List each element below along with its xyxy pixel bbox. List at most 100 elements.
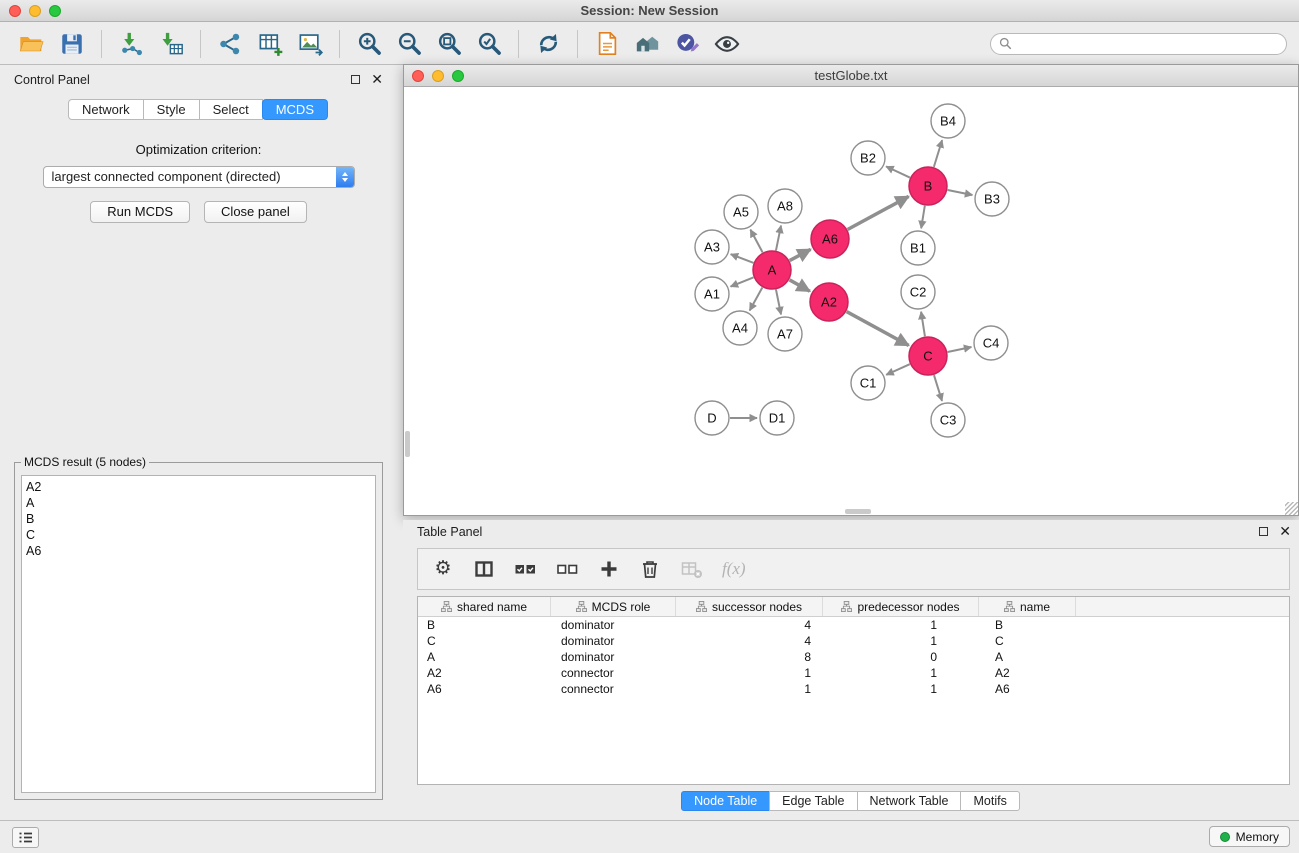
node-A1[interactable]: A1 [695, 277, 729, 311]
tab-mcds[interactable]: MCDS [262, 99, 328, 120]
node-A2[interactable]: A2 [810, 283, 848, 321]
zoom-network-window-button[interactable] [452, 70, 464, 82]
column-header-name[interactable]: name [979, 597, 1076, 616]
close-panel-icon[interactable]: ✕ [371, 74, 383, 85]
tab-motifs[interactable]: Motifs [960, 791, 1019, 811]
node-A8[interactable]: A8 [768, 189, 802, 223]
search-input[interactable] [1017, 37, 1278, 51]
edge-A-A7[interactable] [776, 290, 781, 315]
node-B[interactable]: B [909, 167, 947, 205]
table-row[interactable]: Adominator80A [418, 649, 1289, 665]
node-A3[interactable]: A3 [695, 230, 729, 264]
tab-edge-table[interactable]: Edge Table [769, 791, 857, 811]
table-row[interactable]: A2connector11A2 [418, 665, 1289, 681]
refresh-view-button[interactable] [530, 26, 566, 62]
table-row[interactable]: Bdominator41B [418, 617, 1289, 633]
unselect-all-columns-button[interactable] [556, 557, 579, 581]
delete-table-button[interactable] [680, 557, 703, 581]
run-mcds-button[interactable]: Run MCDS [90, 201, 190, 223]
mcds-result-item[interactable]: C [26, 527, 371, 543]
mcds-result-list[interactable]: A2ABCA6 [21, 475, 376, 793]
node-A[interactable]: A [753, 251, 791, 289]
welcome-screen-button[interactable] [629, 26, 665, 62]
column-header-predecessor-nodes[interactable]: predecessor nodes [823, 597, 979, 616]
edge-A6-B[interactable] [848, 196, 909, 229]
node-A5[interactable]: A5 [724, 195, 758, 229]
edge-A-A3[interactable] [731, 254, 754, 263]
network-canvas[interactable]: AA1A2A3A4A5A6A7A8BB1B2B3B4CC1C2C3C4DD1 [404, 87, 1298, 515]
function-builder-button[interactable]: f(x) [722, 557, 746, 581]
node-B1[interactable]: B1 [901, 231, 935, 265]
edge-C-C1[interactable] [886, 364, 910, 375]
edge-A-A1[interactable] [731, 277, 754, 286]
resize-grip[interactable] [1285, 502, 1298, 515]
tab-select[interactable]: Select [199, 99, 263, 120]
node-A4[interactable]: A4 [723, 311, 757, 345]
float-table-panel-button[interactable] [1259, 527, 1268, 536]
edge-B-B1[interactable] [921, 206, 925, 229]
task-history-button[interactable] [12, 827, 39, 848]
delete-column-button[interactable] [639, 557, 661, 581]
open-document-button[interactable] [589, 26, 625, 62]
edge-A-A5[interactable] [750, 230, 762, 253]
close-table-panel-icon[interactable]: ✕ [1279, 526, 1291, 537]
export-image-button[interactable] [292, 26, 328, 62]
node-A7[interactable]: A7 [768, 317, 802, 351]
search-field[interactable] [990, 33, 1287, 55]
zoom-in-button[interactable] [351, 26, 387, 62]
tab-network[interactable]: Network [68, 99, 144, 120]
import-network-file-button[interactable] [113, 26, 149, 62]
tab-node-table[interactable]: Node Table [681, 791, 770, 811]
node-D[interactable]: D [695, 401, 729, 435]
column-header-shared-name[interactable]: shared name [418, 597, 551, 616]
edge-C-C2[interactable] [921, 312, 925, 336]
mcds-result-item[interactable]: A [26, 495, 371, 511]
edge-A2-C[interactable] [847, 312, 909, 346]
node-C3[interactable]: C3 [931, 403, 965, 437]
table-row[interactable]: A6connector11A6 [418, 681, 1289, 697]
vertical-scrollbar-thumb[interactable] [405, 431, 410, 457]
open-session-button[interactable] [14, 26, 50, 62]
edge-B-B3[interactable] [948, 190, 973, 195]
edge-A-A8[interactable] [776, 226, 781, 251]
zoom-out-button[interactable] [391, 26, 427, 62]
mcds-result-item[interactable]: B [26, 511, 371, 527]
edge-B-B2[interactable] [886, 166, 910, 177]
minimize-network-window-button[interactable] [432, 70, 444, 82]
show-graphics-details-button[interactable] [709, 26, 745, 62]
create-column-button[interactable] [598, 557, 620, 581]
minimize-window-button[interactable] [29, 5, 41, 17]
float-panel-button[interactable] [351, 75, 360, 84]
node-B2[interactable]: B2 [851, 141, 885, 175]
save-session-button[interactable] [54, 26, 90, 62]
node-A6[interactable]: A6 [811, 220, 849, 258]
close-panel-button[interactable]: Close panel [204, 201, 307, 223]
edge-A-A4[interactable] [750, 288, 763, 311]
select-all-columns-button[interactable] [514, 557, 537, 581]
memory-button[interactable]: Memory [1209, 826, 1290, 847]
node-D1[interactable]: D1 [760, 401, 794, 435]
edge-A-A6[interactable] [790, 249, 811, 260]
horizontal-scrollbar-thumb[interactable] [845, 509, 871, 514]
mcds-result-item[interactable]: A2 [26, 479, 371, 495]
zoom-fit-button[interactable] [431, 26, 467, 62]
edge-A-A2[interactable] [789, 280, 809, 291]
new-network-button[interactable] [212, 26, 248, 62]
column-header-successor-nodes[interactable]: successor nodes [676, 597, 823, 616]
zoom-selected-button[interactable] [471, 26, 507, 62]
table-row[interactable]: Cdominator41C [418, 633, 1289, 649]
node-C[interactable]: C [909, 337, 947, 375]
close-window-button[interactable] [9, 5, 21, 17]
zoom-window-button[interactable] [49, 5, 61, 17]
optimization-criterion-select[interactable]: largest connected component (directed) [43, 166, 355, 188]
show-columns-button[interactable] [473, 557, 495, 581]
column-header-MCDS-role[interactable]: MCDS role [551, 597, 676, 616]
tab-style[interactable]: Style [143, 99, 200, 120]
new-table-button[interactable] [252, 26, 288, 62]
edge-B-B4[interactable] [934, 140, 942, 167]
edge-C-C4[interactable] [948, 347, 972, 352]
import-table-file-button[interactable] [153, 26, 189, 62]
close-network-window-button[interactable] [412, 70, 424, 82]
node-C1[interactable]: C1 [851, 366, 885, 400]
mcds-result-item[interactable]: A6 [26, 543, 371, 559]
